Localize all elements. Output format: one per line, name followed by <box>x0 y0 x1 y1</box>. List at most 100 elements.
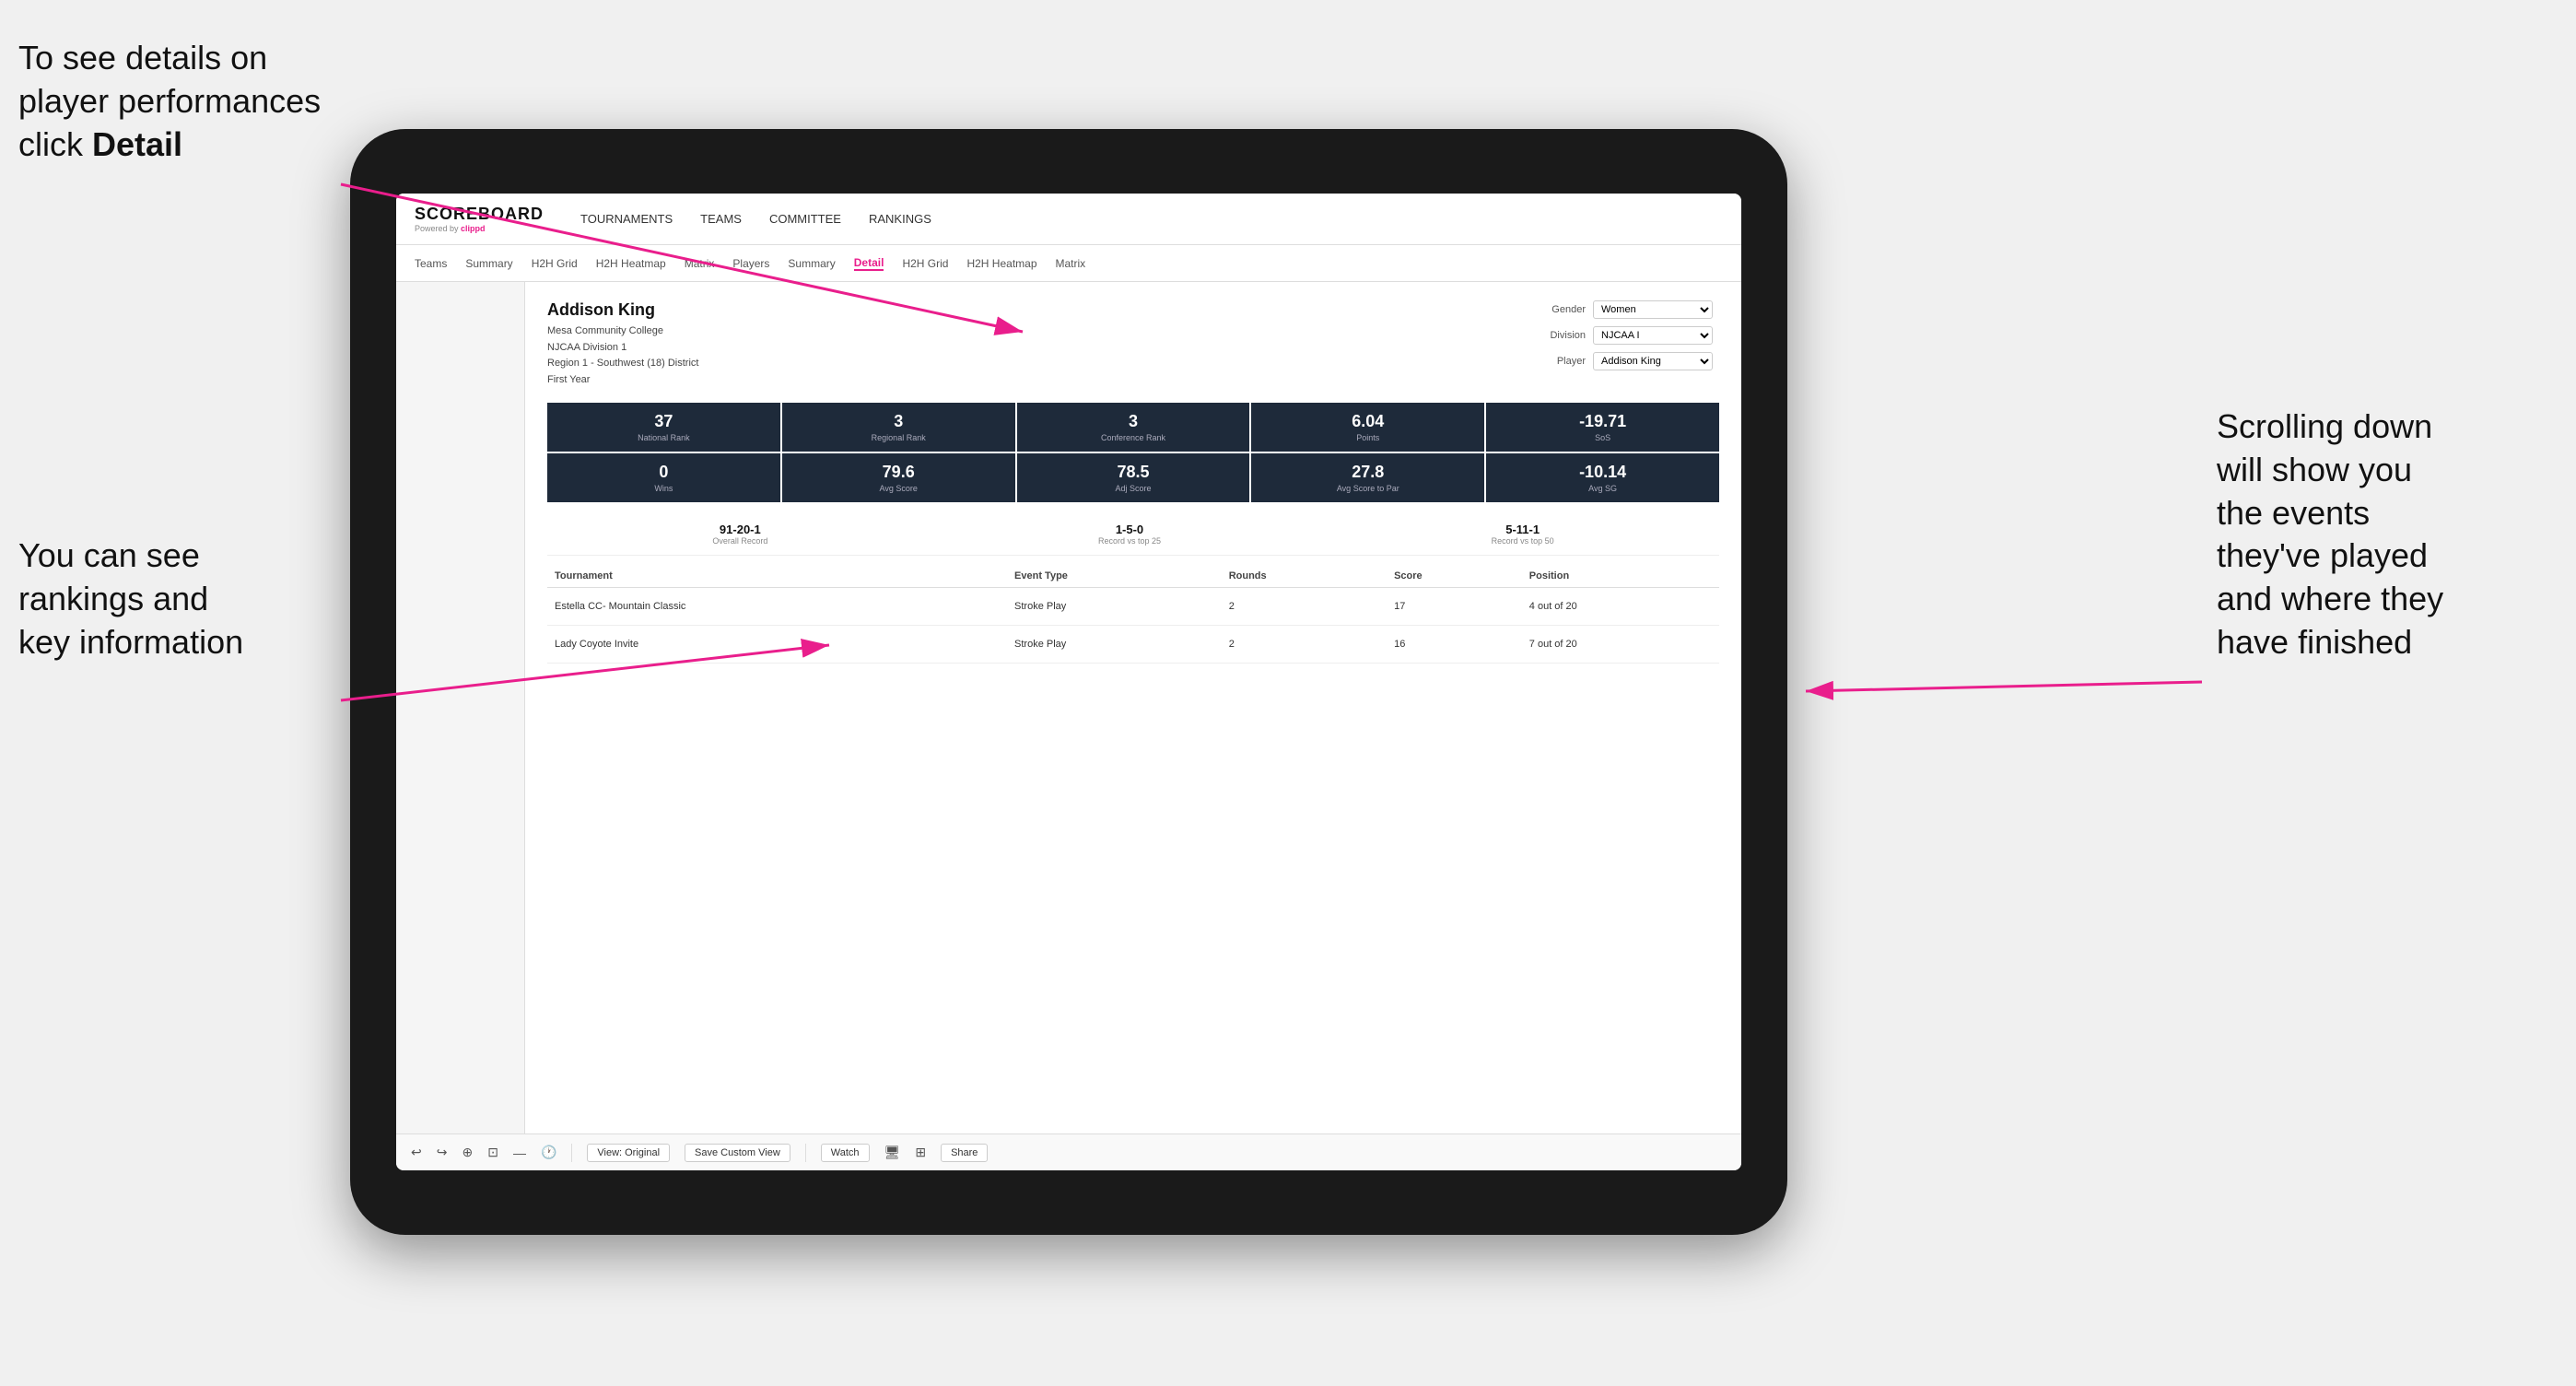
row1-event-type: Stroke Play <box>1007 588 1222 626</box>
top50-record-value: 5-11-1 <box>1492 523 1554 536</box>
player-label: Player <box>1535 356 1586 367</box>
records-row: 91-20-1 Overall Record 1-5-0 Record vs t… <box>547 513 1719 556</box>
sub-nav-players[interactable]: Players <box>732 257 769 270</box>
player-select[interactable]: Addison King <box>1593 352 1713 370</box>
table-row: Lady Coyote Invite Stroke Play 2 16 7 ou… <box>547 626 1719 664</box>
conference-rank-label: Conference Rank <box>1023 433 1245 442</box>
player-header: Addison King Mesa Community College NJCA… <box>547 300 1719 388</box>
nav-teams[interactable]: TEAMS <box>700 212 742 226</box>
stat-points: 6.04 Points <box>1251 403 1484 452</box>
toolbar-separator <box>571 1144 572 1162</box>
stat-wins: 0 Wins <box>547 453 780 502</box>
sub-nav-h2h-heatmap2[interactable]: H2H Heatmap <box>966 257 1036 270</box>
stat-national-rank: 37 National Rank <box>547 403 780 452</box>
zoom-icon[interactable]: ⊕ <box>462 1145 473 1160</box>
logo: SCOREBOARD Powered by clippd <box>415 205 544 233</box>
row2-event-type: Stroke Play <box>1007 626 1222 664</box>
sub-nav-matrix[interactable]: Matrix <box>685 257 715 270</box>
avg-sg-label: Avg SG <box>1492 484 1714 493</box>
sub-nav-h2h-grid[interactable]: H2H Grid <box>532 257 578 270</box>
col-event-type: Event Type <box>1007 565 1222 588</box>
nav-items: TOURNAMENTS TEAMS COMMITTEE RANKINGS <box>580 212 931 226</box>
regional-rank-value: 3 <box>788 412 1010 431</box>
gender-control: Gender Women <box>1535 300 1719 319</box>
table-row: Estella CC- Mountain Classic Stroke Play… <box>547 588 1719 626</box>
annotation-right: Scrolling downwill show youthe eventsthe… <box>2217 405 2567 664</box>
redo-icon[interactable]: ↪ <box>437 1145 448 1160</box>
stat-sos: -19.71 SoS <box>1486 403 1719 452</box>
top25-record-label: Record vs top 25 <box>1098 536 1161 546</box>
overall-record: 91-20-1 Overall Record <box>712 523 767 546</box>
top25-record-value: 1-5-0 <box>1098 523 1161 536</box>
tablet-screen: SCOREBOARD Powered by clippd TOURNAMENTS… <box>396 194 1741 1170</box>
annotation-right-text: Scrolling downwill show youthe eventsthe… <box>2217 407 2443 661</box>
sos-value: -19.71 <box>1492 412 1714 431</box>
nav-tournaments[interactable]: TOURNAMENTS <box>580 212 673 226</box>
points-value: 6.04 <box>1257 412 1479 431</box>
sidebar <box>396 282 525 1133</box>
sub-nav-matrix2[interactable]: Matrix <box>1056 257 1086 270</box>
overall-record-value: 91-20-1 <box>712 523 767 536</box>
top25-record: 1-5-0 Record vs top 25 <box>1098 523 1161 546</box>
stats-row2: 0 Wins 79.6 Avg Score 78.5 Adj Score 27.… <box>547 453 1719 502</box>
annotation-topleft-text: To see details onplayer performancesclic… <box>18 39 321 163</box>
division-select[interactable]: NJCAA I <box>1593 326 1713 345</box>
fit-icon[interactable]: ⊡ <box>487 1145 498 1160</box>
player-division: NJCAA Division 1 <box>547 340 698 357</box>
player-controls: Gender Women Division NJCAA I <box>1535 300 1719 388</box>
annotation-topleft: To see details onplayer performancesclic… <box>18 37 332 166</box>
sub-nav-teams[interactable]: Teams <box>415 257 447 270</box>
toolbar-separator2 <box>805 1144 806 1162</box>
content-area: Addison King Mesa Community College NJCA… <box>396 282 1741 1133</box>
player-info: Addison King Mesa Community College NJCA… <box>547 300 698 388</box>
player-region: Region 1 - Southwest (18) District <box>547 356 698 372</box>
row1-rounds: 2 <box>1222 588 1387 626</box>
sub-nav-h2h-grid2[interactable]: H2H Grid <box>902 257 948 270</box>
watch-button[interactable]: Watch <box>821 1144 870 1162</box>
annotation-bottomleft-text: You can seerankings andkey information <box>18 536 243 661</box>
top-nav: SCOREBOARD Powered by clippd TOURNAMENTS… <box>396 194 1741 245</box>
top50-record-label: Record vs top 50 <box>1492 536 1554 546</box>
minus-icon[interactable]: — <box>513 1145 526 1160</box>
undo-icon[interactable]: ↩ <box>411 1145 422 1160</box>
stat-avg-score: 79.6 Avg Score <box>782 453 1015 502</box>
col-position: Position <box>1522 565 1719 588</box>
player-school: Mesa Community College <box>547 323 698 340</box>
share-button[interactable]: Share <box>941 1144 988 1162</box>
national-rank-value: 37 <box>553 412 775 431</box>
avg-sg-value: -10.14 <box>1492 463 1714 482</box>
row1-score: 17 <box>1387 588 1522 626</box>
save-custom-view-button[interactable]: Save Custom View <box>685 1144 790 1162</box>
gender-select[interactable]: Women <box>1593 300 1713 319</box>
avg-score-par-value: 27.8 <box>1257 463 1479 482</box>
nav-rankings[interactable]: RANKINGS <box>869 212 931 226</box>
clock-icon[interactable]: 🕐 <box>541 1145 556 1160</box>
row2-tournament: Lady Coyote Invite <box>547 626 1007 664</box>
stats-row1: 37 National Rank 3 Regional Rank 3 Confe… <box>547 403 1719 452</box>
stat-adj-score: 78.5 Adj Score <box>1017 453 1250 502</box>
avg-score-value: 79.6 <box>788 463 1010 482</box>
bottom-toolbar: ↩ ↪ ⊕ ⊡ — 🕐 View: Original Save Custom V… <box>396 1133 1741 1170</box>
stat-regional-rank: 3 Regional Rank <box>782 403 1015 452</box>
nav-committee[interactable]: COMMITTEE <box>769 212 841 226</box>
annotation-bottomleft: You can seerankings andkey information <box>18 534 350 664</box>
points-label: Points <box>1257 433 1479 442</box>
stat-avg-sg: -10.14 Avg SG <box>1486 453 1719 502</box>
overall-record-label: Overall Record <box>712 536 767 546</box>
player-control: Player Addison King <box>1535 352 1719 370</box>
adj-score-value: 78.5 <box>1023 463 1245 482</box>
stat-avg-score-par: 27.8 Avg Score to Par <box>1251 453 1484 502</box>
row1-position: 4 out of 20 <box>1522 588 1719 626</box>
sub-nav-h2h-heatmap[interactable]: H2H Heatmap <box>596 257 666 270</box>
stat-conference-rank: 3 Conference Rank <box>1017 403 1250 452</box>
sub-nav-detail[interactable]: Detail <box>854 256 884 271</box>
sub-nav-summary2[interactable]: Summary <box>788 257 835 270</box>
gender-label: Gender <box>1535 304 1586 315</box>
grid-icon[interactable]: ⊞ <box>915 1145 926 1160</box>
row2-score: 16 <box>1387 626 1522 664</box>
sub-nav-summary[interactable]: Summary <box>465 257 512 270</box>
view-original-button[interactable]: View: Original <box>587 1144 670 1162</box>
screen-icon[interactable]: 🖥 <box>884 1145 901 1160</box>
logo-title: SCOREBOARD <box>415 205 544 224</box>
player-year: First Year <box>547 372 698 389</box>
